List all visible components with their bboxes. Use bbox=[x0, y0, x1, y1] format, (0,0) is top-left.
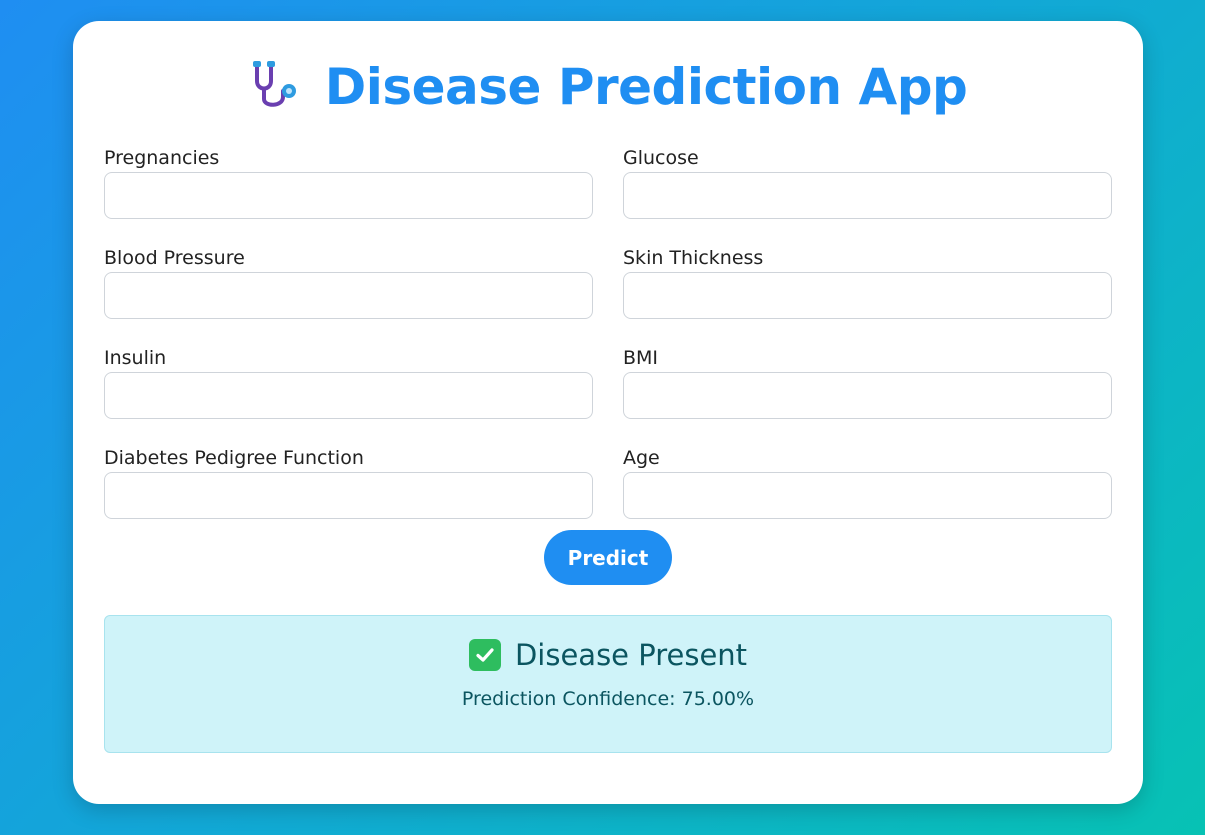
glucose-input[interactable] bbox=[623, 172, 1112, 219]
age-input[interactable] bbox=[623, 472, 1112, 519]
field-insulin: Insulin bbox=[104, 347, 593, 419]
diabetes-pedigree-function-input[interactable] bbox=[104, 472, 593, 519]
result-heading-row: Disease Present bbox=[105, 638, 1111, 672]
predict-button[interactable]: Predict bbox=[544, 530, 672, 585]
field-label: Insulin bbox=[104, 347, 167, 369]
input-form: Pregnancies Glucose Blood Pressure Skin … bbox=[104, 147, 1112, 519]
field-skin-thickness: Skin Thickness bbox=[623, 247, 1112, 319]
field-glucose: Glucose bbox=[623, 147, 1112, 219]
field-label: Diabetes Pedigree Function bbox=[104, 447, 364, 469]
field-age: Age bbox=[623, 447, 1112, 519]
insulin-input[interactable] bbox=[104, 372, 593, 419]
result-heading: Disease Present bbox=[514, 638, 748, 672]
field-pregnancies: Pregnancies bbox=[104, 147, 593, 219]
field-label: Skin Thickness bbox=[623, 247, 764, 269]
check-mark-icon bbox=[468, 639, 501, 671]
prediction-card: Disease Prediction App Pregnancies Gluco… bbox=[73, 21, 1143, 804]
field-blood-pressure: Blood Pressure bbox=[104, 247, 593, 319]
stethoscope-icon bbox=[249, 57, 303, 116]
header: Disease Prediction App bbox=[73, 57, 1143, 116]
field-label: BMI bbox=[623, 347, 659, 369]
skin-thickness-input[interactable] bbox=[623, 272, 1112, 319]
field-label: Pregnancies bbox=[104, 147, 220, 169]
bmi-input[interactable] bbox=[623, 372, 1112, 419]
prediction-result: Disease Present Prediction Confidence: 7… bbox=[104, 615, 1112, 753]
pregnancies-input[interactable] bbox=[104, 172, 593, 219]
field-label: Blood Pressure bbox=[104, 247, 245, 269]
blood-pressure-input[interactable] bbox=[104, 272, 593, 319]
field-label: Age bbox=[623, 447, 660, 469]
field-label: Glucose bbox=[623, 147, 699, 169]
field-bmi: BMI bbox=[623, 347, 1112, 419]
field-diabetes-pedigree-function: Diabetes Pedigree Function bbox=[104, 447, 593, 519]
prediction-confidence: Prediction Confidence: 75.00% bbox=[461, 688, 755, 710]
page-title: Disease Prediction App bbox=[324, 57, 968, 116]
